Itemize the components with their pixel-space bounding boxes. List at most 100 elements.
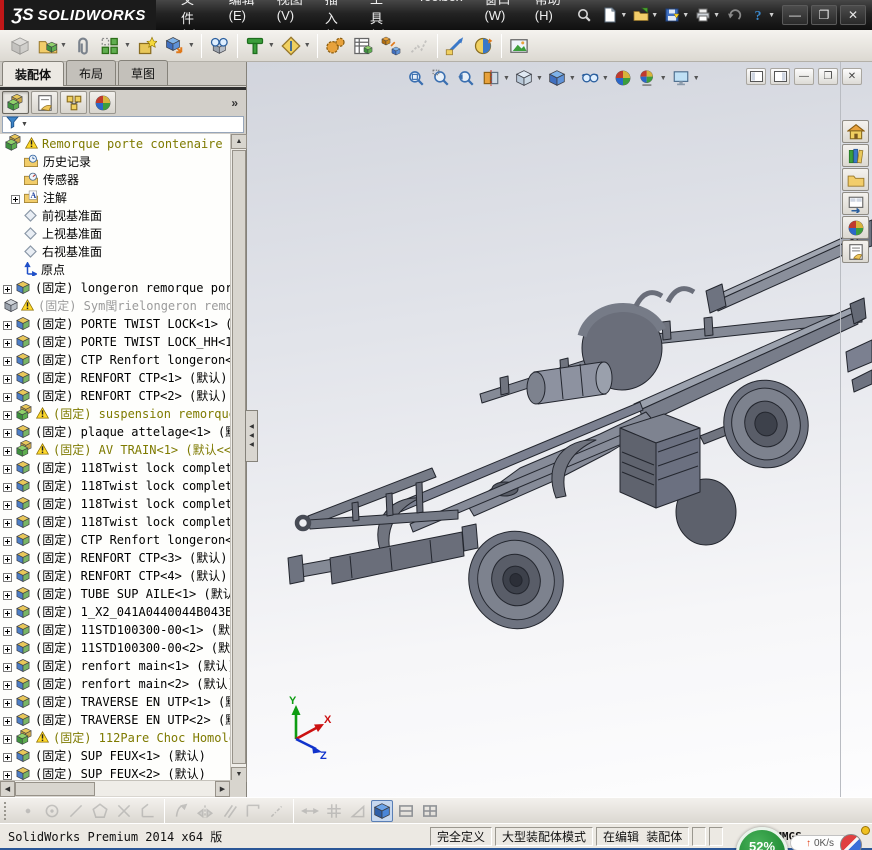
open-button[interactable]: [629, 4, 653, 26]
tree-item-component[interactable]: (固定) AV TRAIN<1> (默认<<默: [0, 440, 230, 458]
open-dropdown-icon[interactable]: ▼: [651, 12, 658, 19]
section-view-button[interactable]: [480, 67, 502, 89]
tree-item-component[interactable]: (固定) 118Twist lock complet<3>: [0, 494, 230, 512]
tree-item-component[interactable]: (固定) 118Twist lock complet<2>: [0, 476, 230, 494]
scroll-up-button[interactable]: ▲: [231, 134, 247, 149]
expand-icon[interactable]: [3, 643, 12, 654]
tree-item-component[interactable]: (固定) Sym閠rielongeron remo: [0, 296, 230, 314]
tree-item-component[interactable]: (固定) 11STD100300-00<2> (默认): [0, 638, 230, 656]
tree-item-component[interactable]: (固定) RENFORT CTP<2> (默认): [0, 386, 230, 404]
hide-show-items-dropdown-icon[interactable]: ▼: [602, 75, 609, 82]
zoom-to-area-button[interactable]: [430, 67, 452, 89]
tree-item-component[interactable]: (固定) TRAVERSE EN UTP<1> (默认: [0, 692, 230, 710]
instant3d-button[interactable]: [442, 32, 469, 59]
expand-icon[interactable]: [3, 445, 12, 456]
expand-icon[interactable]: [3, 499, 12, 510]
expand-icon[interactable]: [3, 571, 12, 582]
undo-button[interactable]: [722, 4, 746, 26]
tree-item-component[interactable]: (固定) renfort main<2> (默认): [0, 674, 230, 692]
show-hidden-components-button[interactable]: [206, 32, 233, 59]
pane-toggle-right-button[interactable]: [770, 68, 790, 85]
expand-icon[interactable]: [3, 661, 12, 672]
move-component-button[interactable]: [162, 32, 189, 59]
tab-布局[interactable]: 布局: [66, 60, 117, 85]
expand-icon[interactable]: [3, 679, 12, 690]
doc-restore-button[interactable]: ❐: [818, 68, 838, 85]
viewport-single-button[interactable]: [395, 800, 417, 822]
expand-icon[interactable]: [11, 193, 20, 204]
overlay-key-icon[interactable]: [861, 826, 870, 835]
insert-components-dropdown-icon[interactable]: ▼: [60, 42, 67, 49]
scroll-left-button[interactable]: ◀: [0, 781, 15, 797]
overlay-assistant-ball-icon[interactable]: [840, 834, 862, 850]
print-dropdown-icon[interactable]: ▼: [713, 12, 720, 19]
tree-item-plane[interactable]: 前视基准面: [0, 206, 230, 224]
view-orientation-dropdown-icon[interactable]: ▼: [536, 75, 543, 82]
tree-item-component[interactable]: (固定) CTP Renfort longeron<1>: [0, 350, 230, 368]
tree-item-origin[interactable]: 原点: [0, 260, 230, 278]
doc-minimize-button[interactable]: —: [794, 68, 814, 85]
bill-of-materials-button[interactable]: [350, 32, 377, 59]
expand-icon[interactable]: [3, 463, 12, 474]
tree-item-component[interactable]: (固定) plaque attelage<1> (默认: [0, 422, 230, 440]
tree-item-annotations[interactable]: A 注解: [0, 188, 230, 206]
edit-appearance-button[interactable]: [612, 67, 634, 89]
propertymanager-tab[interactable]: [31, 91, 58, 114]
restore-button[interactable]: ❐: [811, 5, 837, 25]
appearances-scenes-tab[interactable]: [842, 216, 869, 239]
tab-装配体[interactable]: 装配体: [2, 61, 65, 86]
view-palette-tab[interactable]: [842, 192, 869, 215]
design-library-tab[interactable]: [842, 144, 869, 167]
expand-icon[interactable]: [3, 769, 12, 780]
vertical-scroll-thumb[interactable]: [232, 150, 246, 764]
tree-item-component[interactable]: (固定) 1_X2_041A0440044B043B043: [0, 602, 230, 620]
scroll-right-button[interactable]: ▶: [215, 781, 230, 797]
mate-button[interactable]: [70, 32, 97, 59]
tree-item-component[interactable]: (固定) suspension remorque p: [0, 404, 230, 422]
expand-icon[interactable]: [3, 697, 12, 708]
expand-icon[interactable]: [3, 391, 12, 402]
doc-close-button[interactable]: ✕: [842, 68, 862, 85]
reference-geometry-dropdown-icon[interactable]: ▼: [304, 42, 311, 49]
tree-item-component[interactable]: (固定) longeron remorque porte: [0, 278, 230, 296]
horizontal-scroll-thumb[interactable]: [15, 782, 95, 796]
display-style-dropdown-icon[interactable]: ▼: [569, 75, 576, 82]
custom-properties-tab[interactable]: [842, 240, 869, 263]
minimize-button[interactable]: —: [782, 5, 808, 25]
tree-item-plane[interactable]: 右视基准面: [0, 242, 230, 260]
tree-item-component[interactable]: (固定) RENFORT CTP<1> (默认): [0, 368, 230, 386]
search-icon[interactable]: [572, 4, 596, 26]
filter-icon[interactable]: [6, 116, 19, 134]
tree-item-root[interactable]: Remorque porte contenaire (默认: [0, 134, 230, 152]
featuremanager-tab[interactable]: [2, 91, 29, 114]
view-orientation-button[interactable]: [513, 67, 535, 89]
expand-icon[interactable]: [3, 751, 12, 762]
tree-item-component[interactable]: (固定) RENFORT CTP<4> (默认): [0, 566, 230, 584]
reference-geometry-button[interactable]: [278, 32, 305, 59]
linear-component-pattern-dropdown-icon[interactable]: ▼: [124, 42, 131, 49]
apply-scene-dropdown-icon[interactable]: ▼: [660, 75, 667, 82]
update-speedpak-button[interactable]: [470, 32, 497, 59]
hide-show-items-button[interactable]: [579, 67, 601, 89]
tree-item-component[interactable]: (固定) CTP Renfort longeron<2>: [0, 530, 230, 548]
apply-scene-button[interactable]: [637, 67, 659, 89]
file-explorer-tab[interactable]: [842, 168, 869, 191]
configurationmanager-tab[interactable]: [60, 91, 87, 114]
expand-icon[interactable]: [3, 481, 12, 492]
tree-filter-input[interactable]: ▼: [2, 116, 244, 133]
tree-item-plane[interactable]: 上视基准面: [0, 224, 230, 242]
toolbar-grip[interactable]: [4, 801, 9, 820]
previous-view-button[interactable]: [455, 67, 477, 89]
take-snapshot-button[interactable]: [506, 32, 533, 59]
close-button[interactable]: ✕: [840, 5, 866, 25]
panel-overflow-button[interactable]: »: [231, 96, 238, 110]
tree-item-component[interactable]: (固定) TRAVERSE EN UTP<2> (默认: [0, 710, 230, 728]
view-settings-dropdown-icon[interactable]: ▼: [693, 75, 700, 82]
section-view-dropdown-icon[interactable]: ▼: [503, 75, 510, 82]
help-button[interactable]: ?: [746, 4, 770, 26]
tree-item-component[interactable]: (固定) TUBE SUP AILE<1> (默认): [0, 584, 230, 602]
insert-components-button[interactable]: [34, 32, 61, 59]
solidworks-resources-tab[interactable]: [842, 120, 869, 143]
view-settings-button[interactable]: [670, 67, 692, 89]
new-motion-study-button[interactable]: [322, 32, 349, 59]
